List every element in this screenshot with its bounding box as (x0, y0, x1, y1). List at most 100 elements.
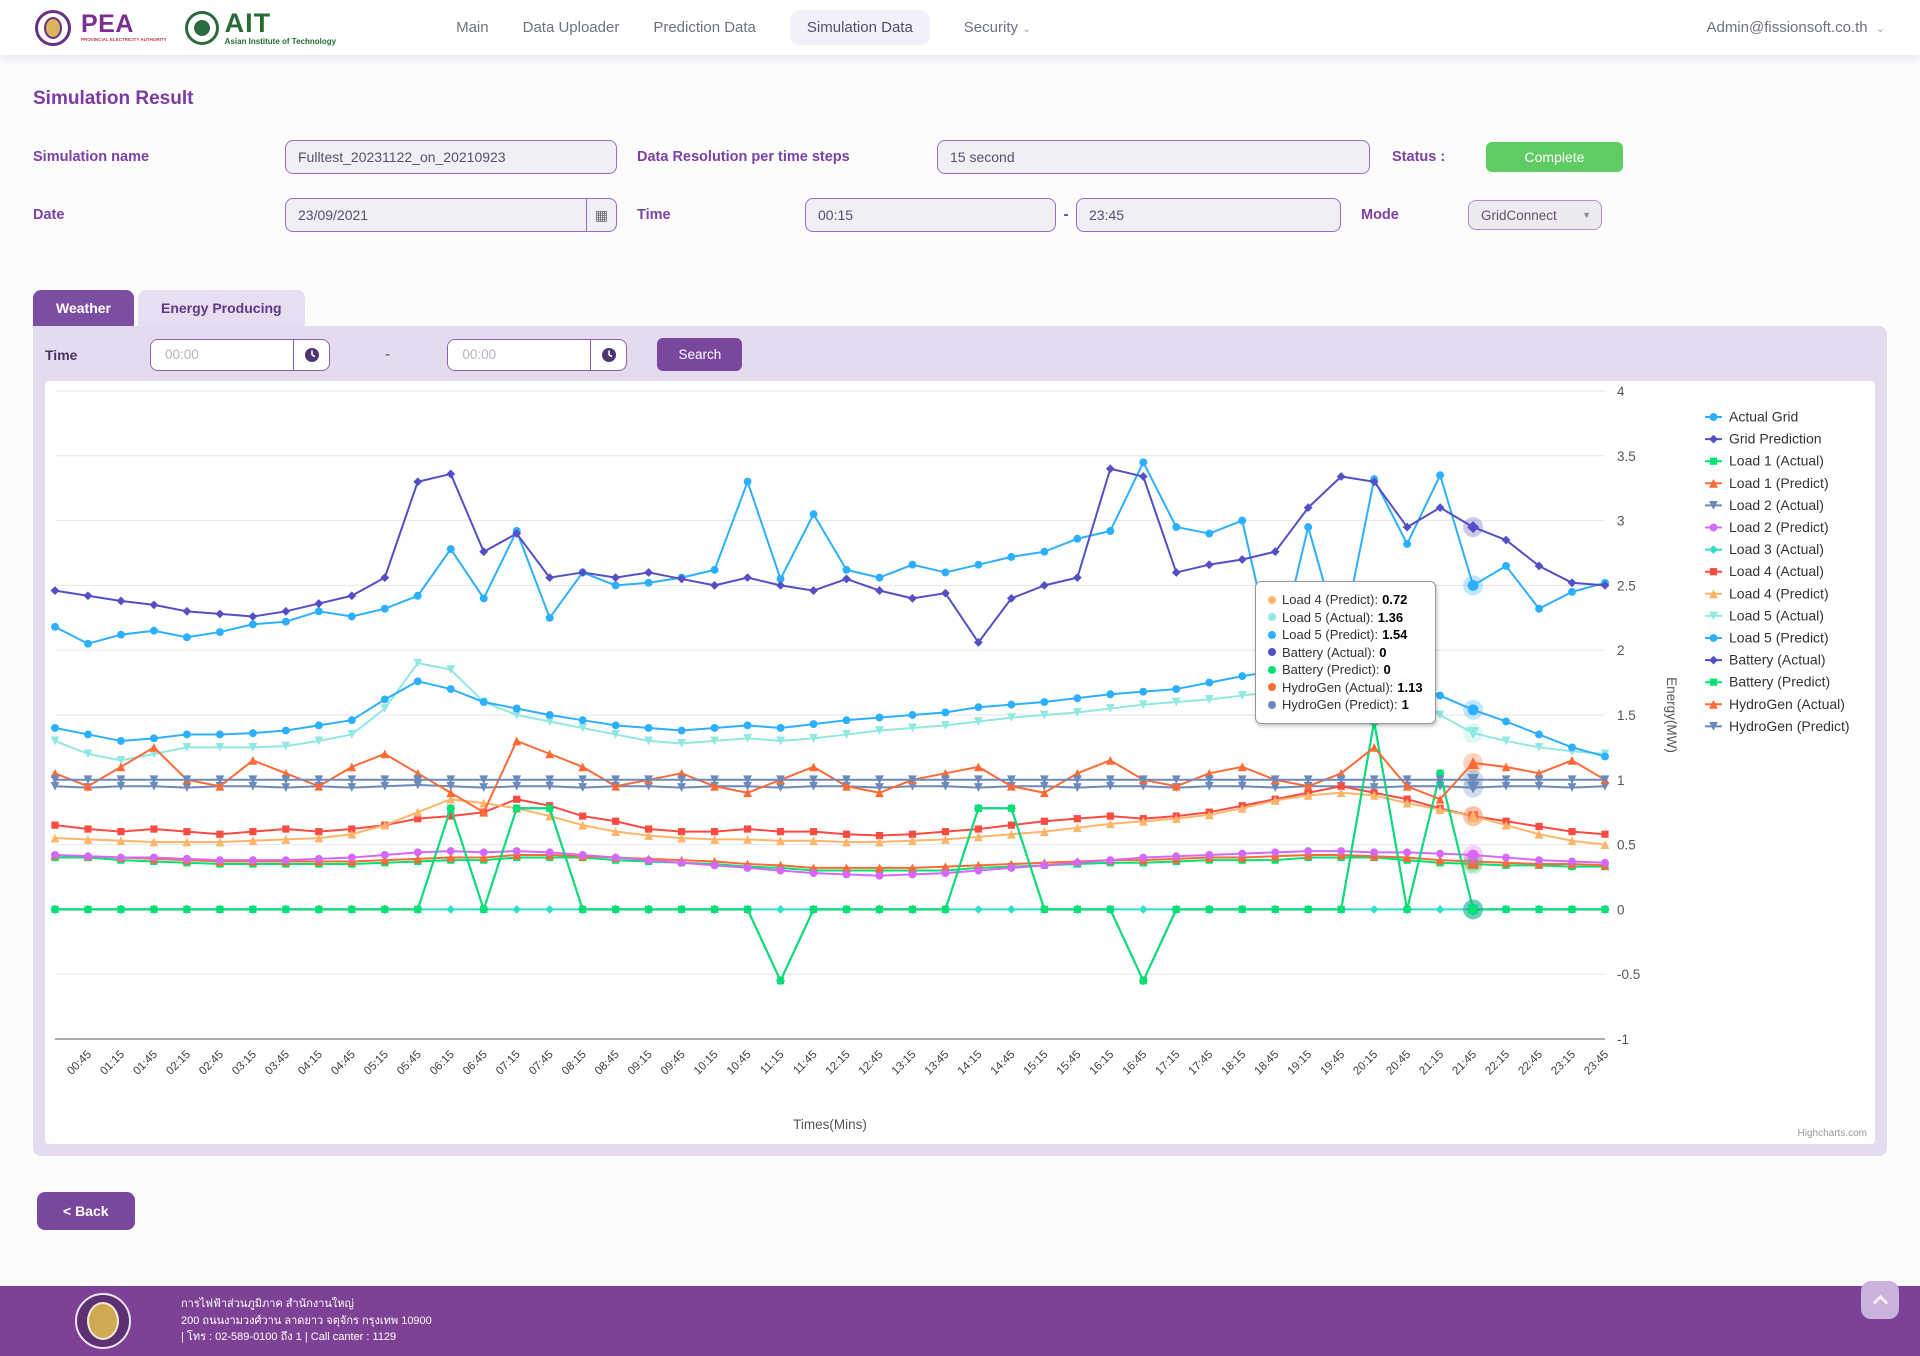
series-marker (315, 855, 323, 863)
calendar-icon[interactable]: ▦ (586, 199, 616, 231)
legend-item[interactable]: Load 5 (Actual) (1705, 607, 1824, 623)
search-time-to-input[interactable] (448, 340, 590, 370)
series-marker (117, 762, 126, 771)
series-marker (1073, 694, 1081, 702)
series-marker (1304, 847, 1312, 855)
series-line (55, 462, 1605, 665)
legend-item[interactable]: Load 2 (Predict) (1705, 519, 1829, 535)
series-marker (347, 762, 356, 771)
x-tick-label: 17:45 (1187, 1049, 1216, 1078)
mode-select[interactable]: GridConnect ▼ (1468, 200, 1602, 230)
legend-marker (1710, 458, 1717, 465)
legend-label: Battery (Predict) (1729, 674, 1830, 690)
resolution-input[interactable] (937, 140, 1370, 174)
series-marker (512, 737, 521, 746)
legend-item[interactable]: Load 3 (Actual) (1705, 541, 1824, 557)
series-marker (84, 730, 92, 738)
series-marker (1073, 859, 1081, 867)
legend-item[interactable]: HydroGen (Actual) (1705, 696, 1845, 712)
series-marker (612, 906, 619, 913)
x-tick-label: 16:15 (1088, 1049, 1117, 1078)
series-marker (51, 851, 59, 859)
search-time-from-input[interactable] (151, 340, 293, 370)
back-button[interactable]: < Back (37, 1192, 135, 1230)
chart-credit[interactable]: Highcharts.com (1798, 1128, 1867, 1139)
nav-security[interactable]: Security⌄ (964, 19, 1031, 36)
series-marker (413, 808, 422, 817)
series-marker (876, 906, 883, 913)
series-marker (612, 721, 620, 729)
legend-label: Load 1 (Predict) (1729, 475, 1829, 491)
x-tick-label: 22:45 (1516, 1049, 1545, 1078)
series-marker (1338, 906, 1345, 913)
series-marker (51, 906, 58, 913)
user-menu[interactable]: Admin@fissionsoft.co.th ⌄ (1706, 19, 1885, 36)
x-tick-label: 17:15 (1154, 1049, 1183, 1078)
series-marker (975, 805, 982, 812)
clock-icon[interactable] (590, 340, 626, 370)
nav-main[interactable]: Main (456, 19, 489, 36)
clock-icon[interactable] (293, 340, 329, 370)
legend-item[interactable]: Load 1 (Actual) (1705, 453, 1824, 469)
series-marker (348, 854, 356, 862)
series-marker (1106, 756, 1115, 765)
series-marker (1403, 691, 1412, 700)
series-marker (216, 628, 224, 636)
series-marker (875, 586, 884, 595)
legend-marker (1710, 568, 1717, 575)
series-marker (1107, 906, 1114, 913)
legend-item[interactable]: Load 2 (Actual) (1705, 497, 1824, 513)
series-marker (612, 581, 620, 589)
ait-logo-icon (185, 11, 219, 45)
time-from-input[interactable] (805, 198, 1056, 232)
date-input[interactable] (286, 199, 586, 231)
series-marker (1337, 847, 1345, 855)
legend-item[interactable]: Battery (Predict) (1705, 674, 1830, 690)
nav-prediction-data[interactable]: Prediction Data (653, 19, 756, 36)
x-tick-label: 14:15 (956, 1049, 985, 1078)
legend-item[interactable]: Load 4 (Actual) (1705, 563, 1824, 579)
series-marker (1535, 730, 1543, 738)
series-marker (1304, 523, 1312, 531)
hovered-marker (1468, 580, 1479, 591)
series-marker (545, 905, 554, 914)
series-marker (710, 581, 719, 590)
legend-item[interactable]: Load 1 (Predict) (1705, 475, 1829, 491)
time-to-input[interactable] (1076, 198, 1341, 232)
series-marker (612, 818, 619, 825)
series-marker (578, 762, 587, 771)
footer-line-2: 200 ถนนงามวงศ์วาน ลาดยาว จตุจักร กรุงเทพ… (181, 1313, 432, 1330)
x-tick-label: 06:15 (428, 1049, 457, 1078)
legend-item[interactable]: HydroGen (Predict) (1705, 718, 1850, 734)
series-marker (1371, 718, 1378, 725)
series-marker (1106, 690, 1114, 698)
nav-data-uploader[interactable]: Data Uploader (523, 19, 620, 36)
legend-item[interactable]: Load 5 (Predict) (1705, 630, 1829, 646)
scroll-top-button[interactable] (1861, 1281, 1899, 1319)
chevron-down-icon: ⌄ (1022, 23, 1031, 35)
legend-item[interactable]: Battery (Actual) (1705, 652, 1825, 668)
chart-box[interactable]: 43.532.521.510.50-0.5-100:4501:1501:4502… (45, 381, 1875, 1144)
series-marker (545, 749, 554, 758)
series-marker (1404, 906, 1411, 913)
legend-item[interactable]: Load 4 (Predict) (1705, 585, 1829, 601)
search-button[interactable]: Search (657, 338, 742, 371)
user-email: Admin@fissionsoft.co.th (1706, 19, 1867, 36)
series-marker (711, 828, 718, 835)
nav-simulation-data[interactable]: Simulation Data (790, 10, 930, 45)
x-tick-label: 03:45 (263, 1049, 292, 1078)
series-marker (248, 756, 257, 765)
series-marker (974, 905, 983, 914)
simulation-name-input[interactable] (285, 140, 617, 174)
series-marker (1436, 692, 1444, 700)
tab-weather[interactable]: Weather (33, 290, 134, 326)
legend-item[interactable]: Grid Prediction (1705, 431, 1822, 447)
legend-item[interactable]: Actual Grid (1705, 409, 1798, 425)
x-tick-label: 11:15 (758, 1049, 786, 1077)
tab-energy-producing[interactable]: Energy Producing (138, 290, 305, 326)
series-marker (1205, 560, 1214, 569)
series-marker (414, 592, 422, 600)
pea-footer-logo (75, 1293, 131, 1349)
series-marker (249, 620, 257, 628)
series-marker (1172, 685, 1180, 693)
